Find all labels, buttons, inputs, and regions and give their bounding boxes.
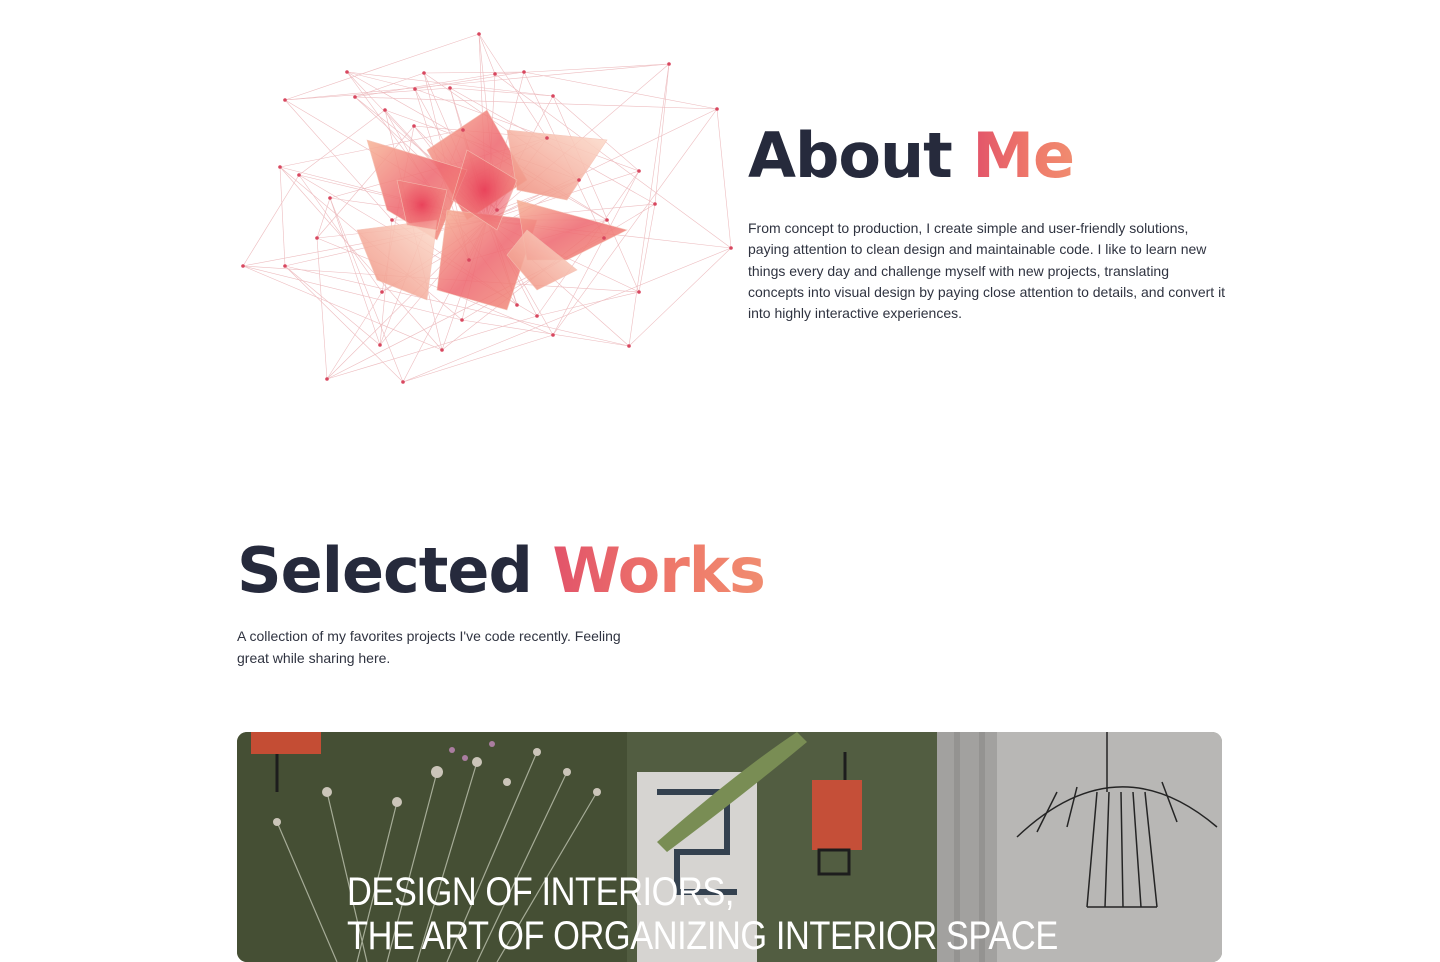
works-title-dark: Selected <box>237 534 533 607</box>
featured-work-caption: DESIGN OF INTERIORS, THE ART OF ORGANIZI… <box>347 870 1058 958</box>
about-title: About Me <box>748 118 1228 194</box>
caption-line-1: DESIGN OF INTERIORS, <box>347 870 735 914</box>
works-section-header: Selected Works <box>237 533 766 609</box>
works-title: Selected Works <box>237 533 766 609</box>
about-illustration <box>237 30 737 405</box>
featured-work-card[interactable]: DESIGN OF INTERIORS, THE ART OF ORGANIZI… <box>237 732 1222 962</box>
about-title-accent: Me <box>972 119 1075 192</box>
about-section: About Me From concept to production, I c… <box>748 118 1228 324</box>
about-description: From concept to production, I create sim… <box>748 220 1226 322</box>
works-title-accent: Works <box>552 534 765 607</box>
low-poly-burst-icon <box>241 32 733 384</box>
about-title-dark: About <box>748 119 953 192</box>
works-description: A collection of my favorites projects I'… <box>237 628 621 666</box>
caption-line-2: THE ART OF ORGANIZING INTERIOR SPACE <box>347 914 1058 958</box>
